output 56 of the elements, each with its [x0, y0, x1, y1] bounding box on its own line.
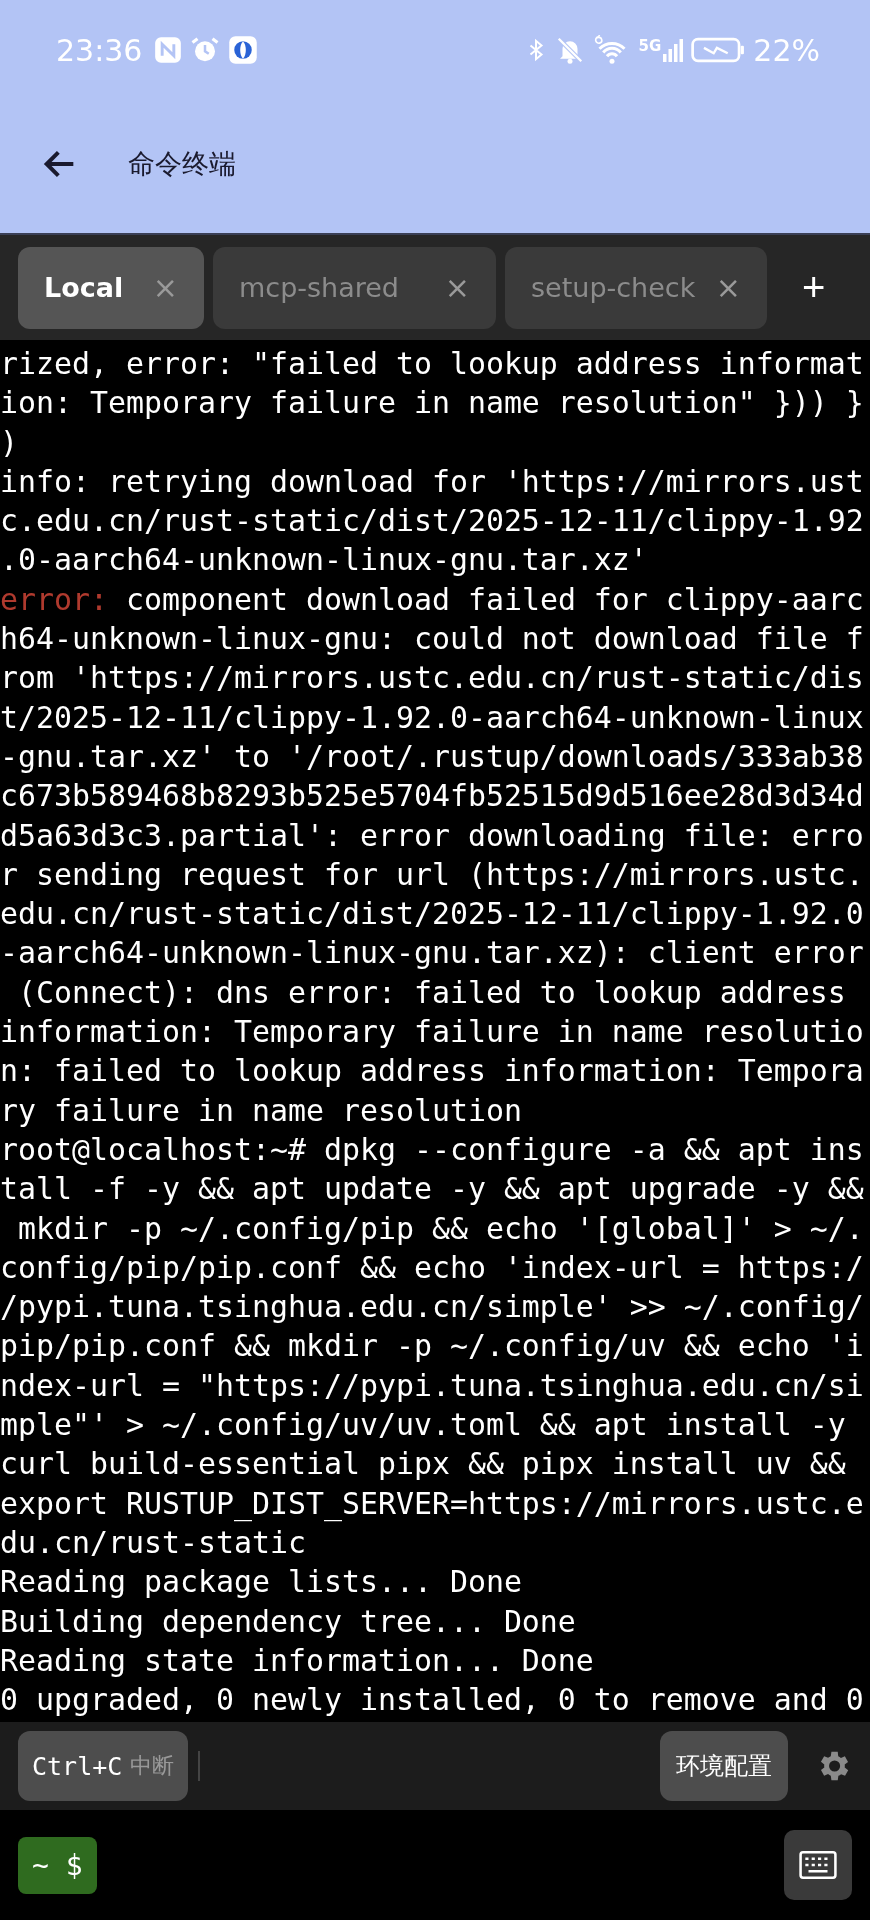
terminal-line: rom 'https://mirrors.ustc.edu.cn/rust-static/dis — [0, 659, 865, 698]
battery-level: 22% — [753, 32, 820, 68]
network-type: 5G — [638, 36, 662, 55]
terminal-line: t/2025-12-11/clippy-1.92.0-aarch64-unknown-linux — [0, 698, 865, 737]
environment-config-button[interactable]: 环境配置 — [660, 1731, 788, 1801]
terminal-line: info: retrying download for 'https://mirrors.ust — [0, 462, 865, 501]
error-label: error: — [0, 581, 108, 617]
close-tab-button[interactable]: × — [152, 270, 178, 305]
terminal-line: .0-aarch64-unknown-linux-gnu.tar.xz' — [0, 541, 649, 580]
terminal-line: Reading state information... Done — [0, 1641, 595, 1680]
terminal-line: Building dependency tree... Done — [0, 1602, 577, 1641]
terminal-line: ndex-url = "https://pypi.tuna.tsinghua.edu.cn/si — [0, 1366, 865, 1405]
terminal-tab[interactable]: setup-check × — [505, 246, 767, 329]
terminal-line: r sending request for url (https://mirrors.ustc. — [0, 855, 865, 894]
screen-title: 命令终端 — [128, 146, 236, 181]
keyboard-button[interactable] — [784, 1830, 852, 1900]
terminal-line: du.cn/rust-static — [0, 1523, 307, 1562]
signal-icon — [663, 36, 684, 64]
terminal-tab[interactable]: mcp-shared × — [213, 246, 496, 329]
terminal-line: ion: Temporary failure in name resolution" })) } — [0, 384, 865, 423]
status-time: 23:36 — [56, 32, 143, 68]
terminal-line: n: failed to lookup address information: Tempora — [0, 1052, 865, 1091]
terminal-line: /pypi.tuna.tsinghua.edu.cn/simple' >> ~/.config/ — [0, 1288, 865, 1327]
close-tab-button[interactable]: × — [444, 270, 470, 305]
terminal-line: edu.cn/rust-static/dist/2025-12-11/clippy-1.92.0 — [0, 895, 865, 934]
terminal-line: curl build-essential pipx && pipx install uv && — [0, 1445, 847, 1484]
terminal-line: -aarch64-unknown-linux-gnu.tar.xz): client error — [0, 934, 865, 973]
terminal-line: -gnu.tar.xz' to '/root/.rustup/downloads/333ab38 — [0, 737, 865, 776]
terminal-line: Reading package lists... Done — [0, 1563, 523, 1602]
terminal-line: c673b589468b8293b525e5704fb52515d9d516ee28d3d34d — [0, 777, 865, 816]
nfc-icon — [154, 36, 183, 64]
keyboard-icon[interactable] — [799, 1850, 837, 1880]
shell-prompt: ~ $ — [18, 1836, 97, 1894]
terminal-line: component download failed for clippy-aarc — [124, 581, 864, 617]
terminal-line: d5a63d3c3.partial': error downloading file: erro — [0, 816, 865, 855]
terminal-line: pip/pip.conf && mkdir -p ~/.config/uv && echo 'i — [0, 1327, 865, 1366]
terminal-line: ) — [0, 423, 19, 462]
close-tab-button[interactable]: × — [715, 270, 741, 305]
new-tab-button[interactable]: + — [794, 265, 834, 310]
terminal-line: (Connect): dns error: failed to lookup address — [17, 973, 847, 1012]
terminal-line: config/pip/pip.conf && echo 'index-url = https:/ — [0, 1248, 865, 1287]
terminal-line: h64-unknown-linux-gnu: could not download file f — [0, 620, 865, 659]
terminal-line: root@localhost:~# dpkg --configure -a && apt ins — [0, 1130, 865, 1169]
terminal-line: mple"' > ~/.config/uv/uv.toml && apt install -y — [0, 1406, 847, 1444]
terminal-line: c.edu.cn/rust-static/dist/2025-12-11/clippy-1.92 — [0, 502, 865, 541]
terminal-line: information: Temporary failure in name resolutio — [0, 1013, 865, 1052]
terminal-line: 0 upgraded, 0 newly installed, 0 to remove and 0 — [0, 1681, 865, 1720]
terminal-line: ry failure in name resolution — [0, 1091, 523, 1130]
terminal-line: rized, error: "failed to lookup address informat — [0, 345, 865, 383]
interrupt-button[interactable]: Ctrl+C 中断 — [18, 1731, 189, 1801]
app-icon — [228, 35, 259, 65]
terminal-line: export RUSTUP_DIST_SERVER=https://mirrors.ustc.e — [0, 1484, 865, 1523]
terminal-tab[interactable]: Local × — [18, 246, 204, 329]
terminal-line: mkdir -p ~/.config/pip && echo '[global]' > ~/. — [17, 1209, 865, 1248]
terminal-line: tall -f -y && apt update -y && apt upgrade -y && — [0, 1170, 865, 1209]
battery-charging-icon — [691, 37, 746, 63]
